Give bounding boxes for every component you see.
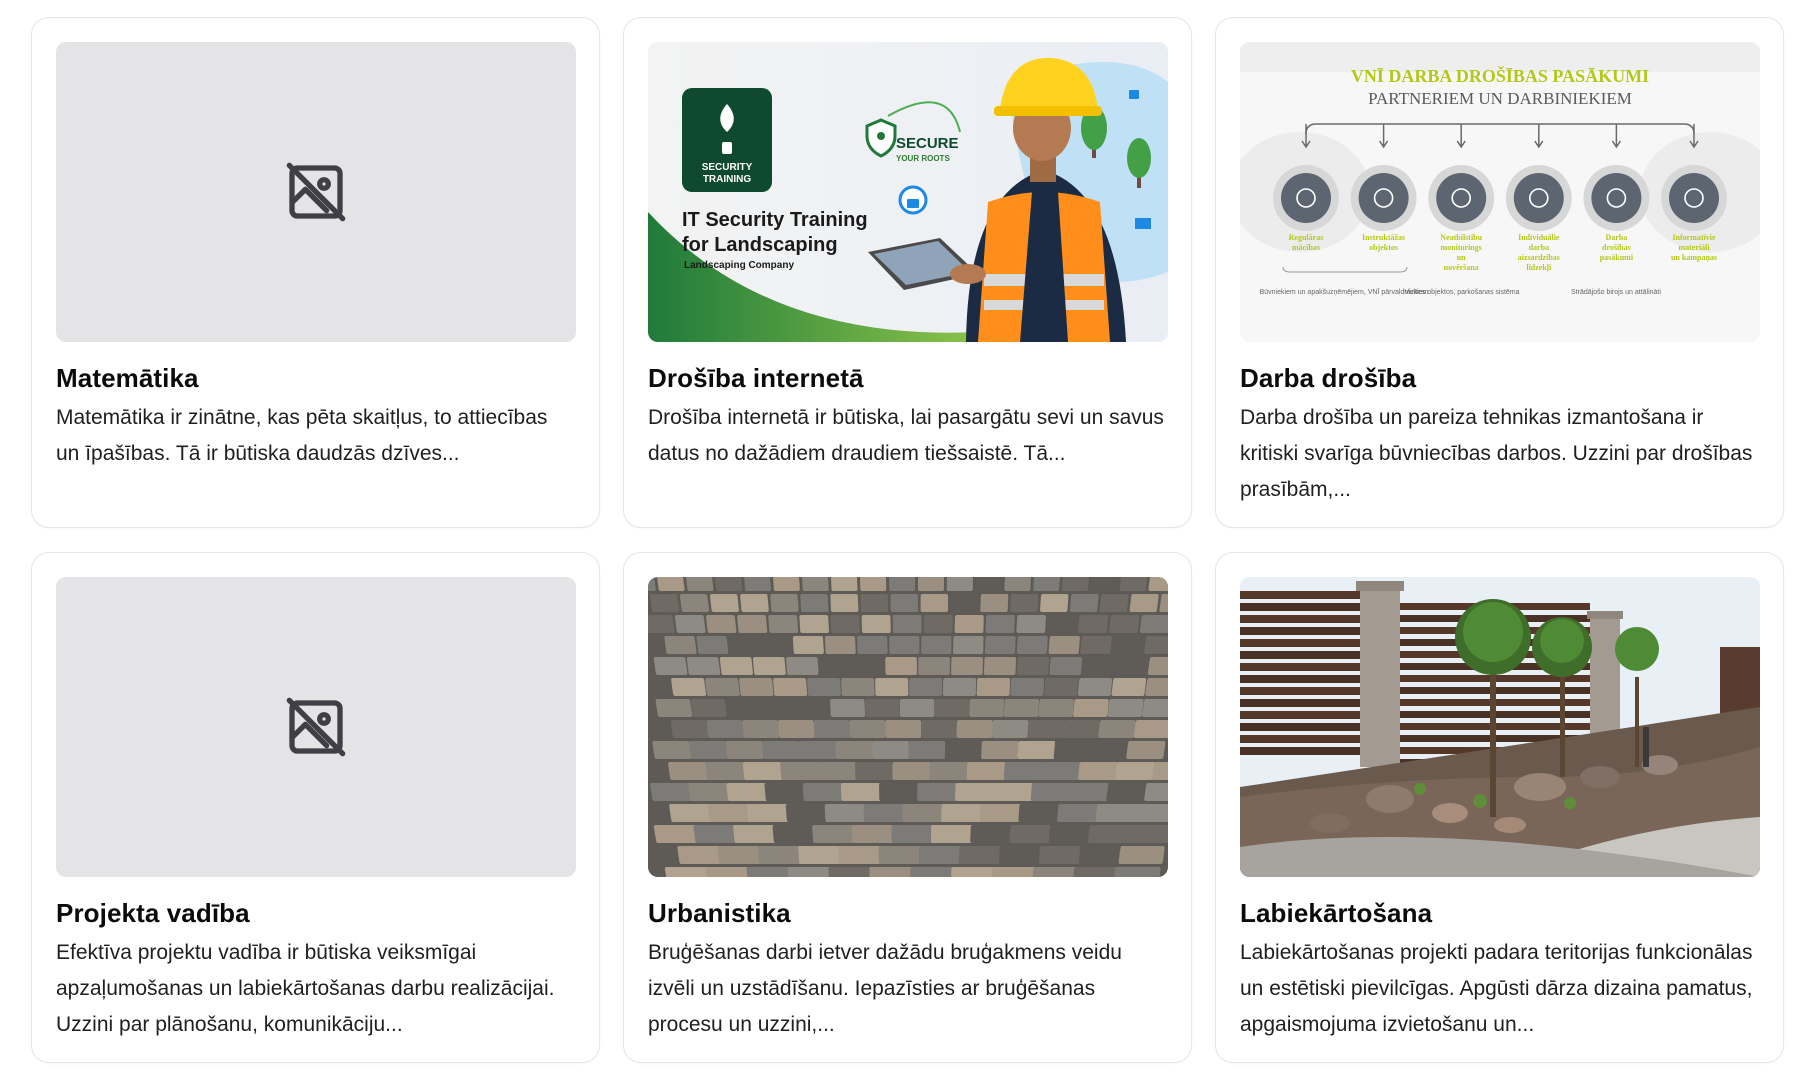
- course-title: Labiekārtošana: [1240, 898, 1433, 928]
- infographic-note-3: Strādājošo birojs un attālināti: [1571, 289, 1661, 296]
- banner-headline-2: for Landscaping: [682, 234, 838, 256]
- infographic-node-icon: [1513, 173, 1564, 223]
- course-title: Projekta vadība: [56, 898, 250, 928]
- banner-badge-line1: SECURITY: [702, 162, 753, 173]
- course-title: Matemātika: [56, 363, 199, 393]
- infographic-node-icon: [1436, 173, 1487, 223]
- infographic-heading-2: PARTNERIEM UN DARBINIEKIEM: [1368, 89, 1632, 108]
- course-grid: Matemātika Matemātika ir zinātne, kas pē…: [31, 17, 1784, 1063]
- infographic-note-1: Būvniekiem un apakšuzņēmējiem, VNĪ pārva…: [1260, 288, 1429, 296]
- course-image-infographic: VNĪ DARBA DROŠĪBAS PASĀKUMI PARTNERIEM U…: [1240, 42, 1760, 342]
- infographic-node-icon: [1358, 173, 1409, 223]
- course-card-projekta-vadiba[interactable]: Projekta vadība Efektīva projektu vadība…: [31, 552, 600, 1063]
- banner-headline-1: IT Security Training: [682, 209, 868, 231]
- infographic-node-icon: [1591, 173, 1642, 223]
- banner-secure-sub: YOUR ROOTS: [896, 154, 950, 163]
- course-card-urbanistika[interactable]: Urbanistika Bruģēšanas darbi ietver dažā…: [623, 552, 1192, 1063]
- course-description: Efektīva projektu vadība ir būtiska veik…: [56, 941, 555, 1036]
- infographic-node-icon: [1281, 173, 1331, 223]
- course-image-garden: [1240, 577, 1760, 877]
- banner-secure: SECURE: [896, 135, 959, 152]
- course-image-paving: [648, 577, 1168, 877]
- infographic-heading-1: VNĪ DARBA DROŠĪBAS PASĀKUMI: [1351, 65, 1649, 86]
- course-title: Darba drošība: [1240, 363, 1417, 393]
- course-card-darba-drosiba[interactable]: VNĪ DARBA DROŠĪBAS PASĀKUMI PARTNERIEM U…: [1215, 17, 1784, 528]
- banner-badge-line2: TRAINING: [703, 174, 752, 185]
- course-image-placeholder: [56, 577, 576, 877]
- infographic-note-2: Vizītes objektos, parkošanas sistēma: [1404, 289, 1519, 296]
- course-description: Matemātika ir zinātne, kas pēta skaitļus…: [56, 406, 548, 465]
- course-description: Drošība internetā ir būtiska, lai pasarg…: [648, 406, 1164, 465]
- image-off-icon: [286, 697, 346, 757]
- course-card-labiekartosana[interactable]: Labiekārtošana Labiekārtošanas projekti …: [1215, 552, 1784, 1063]
- course-card-matematika[interactable]: Matemātika Matemātika ir zinātne, kas pē…: [31, 17, 600, 528]
- course-title: Urbanistika: [648, 898, 791, 928]
- course-image-placeholder: [56, 42, 576, 342]
- image-off-icon: [286, 162, 346, 222]
- banner-company: Landscaping Company: [684, 260, 794, 271]
- course-title: Drošība internetā: [648, 363, 864, 393]
- course-description: Labiekārtošanas projekti padara teritori…: [1240, 941, 1753, 1036]
- infographic-node-icon: [1669, 173, 1719, 223]
- course-description: Darba drošība un pareiza tehnikas izmant…: [1240, 406, 1753, 501]
- course-description: Bruģēšanas darbi ietver dažādu bruģakmen…: [648, 941, 1122, 1036]
- course-image-it-security: SECURITY TRAINING IT Security Training f…: [648, 42, 1168, 342]
- infographic-item-label: Regulāras mācības: [1289, 233, 1324, 252]
- course-card-drosiba-interneta[interactable]: SECURITY TRAINING IT Security Training f…: [623, 17, 1192, 528]
